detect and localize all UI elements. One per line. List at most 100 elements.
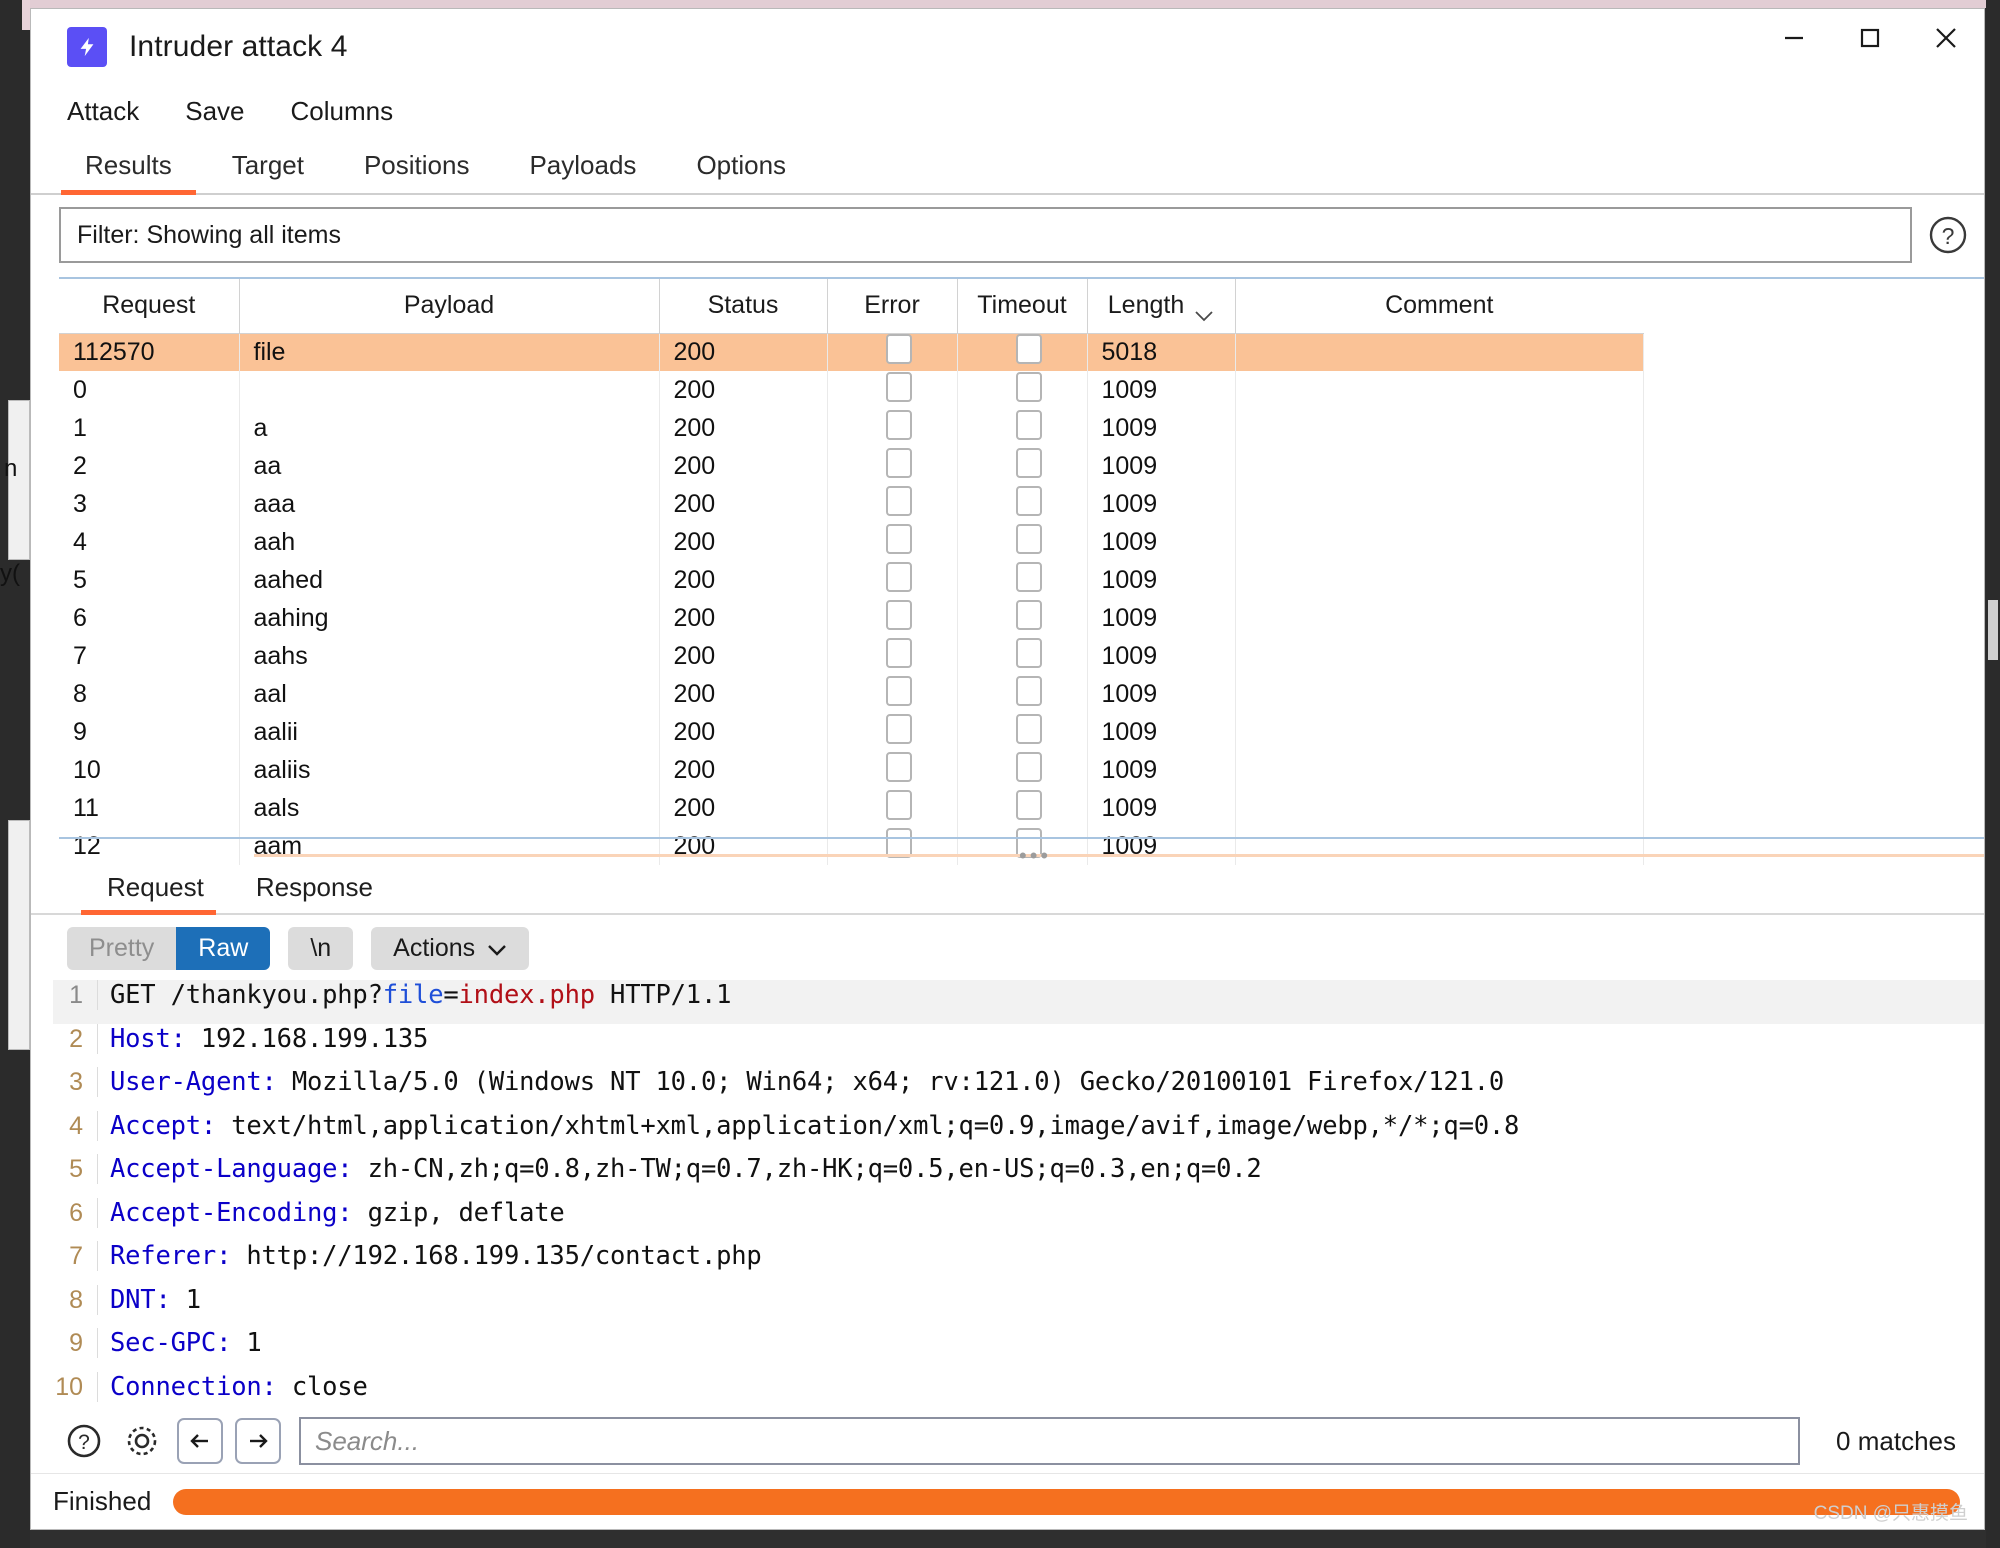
error-checkbox[interactable] [886, 789, 912, 820]
menu-item-attack[interactable]: Attack [67, 96, 139, 127]
minimize-icon[interactable] [1756, 9, 1832, 67]
table-row[interactable]: 1 a 200 1009 [59, 409, 1644, 447]
error-checkbox[interactable] [886, 599, 912, 630]
table-row[interactable]: 11 aals 200 1009 [59, 789, 1644, 827]
timeout-checkbox[interactable] [1016, 523, 1042, 554]
tab-positions[interactable]: Positions [334, 150, 500, 193]
column-header-timeout[interactable]: Timeout [957, 279, 1088, 334]
table-row[interactable]: 3 aaa 200 1009 [59, 485, 1644, 523]
table-row[interactable]: 7 aahs 200 1009 [59, 637, 1644, 675]
table-row[interactable]: 10 aaliis 200 1009 [59, 751, 1644, 789]
table-row[interactable]: 112570 file 200 5018 [59, 333, 1644, 371]
timeout-checkbox[interactable] [1016, 675, 1042, 706]
cell-comment [1235, 371, 1644, 409]
arrow-right-icon[interactable] [235, 1418, 281, 1464]
column-header-length[interactable]: Length [1087, 279, 1236, 334]
table-row[interactable]: 2 aa 200 1009 [59, 447, 1644, 485]
column-header-error[interactable]: Error [827, 279, 958, 334]
message-tab-bar: Request Response [31, 859, 1984, 915]
tab-response[interactable]: Response [230, 872, 399, 913]
cell-payload: file [239, 333, 660, 371]
timeout-checkbox[interactable] [1016, 713, 1042, 744]
tab-request[interactable]: Request [81, 872, 230, 915]
cell-status: 200 [659, 599, 828, 637]
cell-payload: aals [239, 789, 660, 827]
newline-button[interactable]: \n [288, 927, 354, 970]
splitter-grip-icon[interactable]: ••• [1019, 843, 1051, 869]
filter-bar[interactable]: Filter: Showing all items [59, 207, 1912, 263]
help-circle-icon[interactable]: ? [1926, 213, 1970, 257]
error-checkbox[interactable] [886, 751, 912, 782]
line-content: Connection: close [97, 1371, 368, 1402]
pretty-button[interactable]: Pretty [67, 927, 177, 970]
timeout-checkbox[interactable] [1016, 485, 1042, 516]
cell-request: 0 [59, 371, 240, 409]
column-header-status[interactable]: Status [659, 279, 828, 334]
line-content: User-Agent: Mozilla/5.0 (Windows NT 10.0… [97, 1067, 1504, 1097]
actions-button[interactable]: Actions [371, 927, 530, 970]
timeout-checkbox[interactable] [1016, 789, 1042, 820]
table-row[interactable]: 9 aalii 200 1009 [59, 713, 1644, 751]
cell-status: 200 [659, 751, 828, 789]
help-circle-icon[interactable]: ? [61, 1418, 107, 1464]
menu-item-save[interactable]: Save [185, 96, 244, 127]
timeout-checkbox[interactable] [1016, 751, 1042, 782]
table-row[interactable]: 6 aahing 200 1009 [59, 599, 1644, 637]
table-row[interactable]: 5 aahed 200 1009 [59, 561, 1644, 599]
cell-error [827, 713, 958, 751]
table-row[interactable]: 4 aah 200 1009 [59, 523, 1644, 561]
menu-item-columns[interactable]: Columns [291, 96, 394, 127]
column-header-payload[interactable]: Payload [239, 279, 660, 334]
error-checkbox[interactable] [886, 561, 912, 592]
cell-payload: aaa [239, 485, 660, 523]
column-header-request[interactable]: Request [59, 279, 240, 334]
raw-button[interactable]: Raw [176, 927, 271, 970]
timeout-checkbox[interactable] [1016, 599, 1042, 630]
error-checkbox[interactable] [886, 713, 912, 744]
error-checkbox[interactable] [886, 333, 912, 364]
cell-error [827, 333, 958, 371]
cell-comment [1235, 523, 1644, 561]
panel-splitter[interactable]: ••• [59, 837, 1984, 868]
close-icon[interactable] [1908, 9, 1984, 67]
cell-status: 200 [659, 561, 828, 599]
request-line: 7 Referer: http://192.168.199.135/contact… [53, 1241, 1984, 1285]
table-row[interactable]: 8 aal 200 1009 [59, 675, 1644, 713]
search-input-wrap[interactable] [299, 1417, 1801, 1465]
cell-request: 7 [59, 637, 240, 675]
error-checkbox[interactable] [886, 523, 912, 554]
cell-timeout [957, 599, 1088, 637]
maximize-icon[interactable] [1832, 9, 1908, 67]
chevron-down-icon [487, 934, 507, 963]
intruder-attack-window: Intruder attack 4 Attack Save Columns Re… [30, 8, 1985, 1530]
error-checkbox[interactable] [886, 447, 912, 478]
request-editor[interactable]: 1 GET /thankyou.php?file=index.php HTTP/1… [31, 980, 1984, 1409]
error-checkbox[interactable] [886, 485, 912, 516]
watermark: CSDN @只惠摸鱼 [1813, 1503, 1968, 1524]
tab-payloads[interactable]: Payloads [499, 150, 666, 193]
cell-payload: a [239, 409, 660, 447]
table-row[interactable]: 0 200 1009 [59, 371, 1644, 409]
tab-options[interactable]: Options [666, 150, 816, 193]
tab-target[interactable]: Target [202, 150, 334, 193]
search-input[interactable] [315, 1425, 1799, 1457]
timeout-checkbox[interactable] [1016, 447, 1042, 478]
error-checkbox[interactable] [886, 371, 912, 402]
error-checkbox[interactable] [886, 675, 912, 706]
timeout-checkbox[interactable] [1016, 371, 1042, 402]
gear-icon[interactable] [119, 1418, 165, 1464]
tab-results[interactable]: Results [55, 150, 202, 195]
timeout-checkbox[interactable] [1016, 333, 1042, 364]
timeout-checkbox[interactable] [1016, 637, 1042, 668]
results-table-container[interactable]: Request Payload Status Error Timeout Len… [59, 277, 1984, 865]
line-number: 8 [69, 1285, 83, 1314]
cell-timeout [957, 485, 1088, 523]
column-header-comment[interactable]: Comment [1235, 279, 1643, 334]
error-checkbox[interactable] [886, 409, 912, 440]
timeout-checkbox[interactable] [1016, 409, 1042, 440]
arrow-left-icon[interactable] [177, 1418, 223, 1464]
error-checkbox[interactable] [886, 637, 912, 668]
cell-error [827, 599, 958, 637]
request-line: 1 GET /thankyou.php?file=index.php HTTP/1… [53, 980, 1984, 1024]
timeout-checkbox[interactable] [1016, 561, 1042, 592]
